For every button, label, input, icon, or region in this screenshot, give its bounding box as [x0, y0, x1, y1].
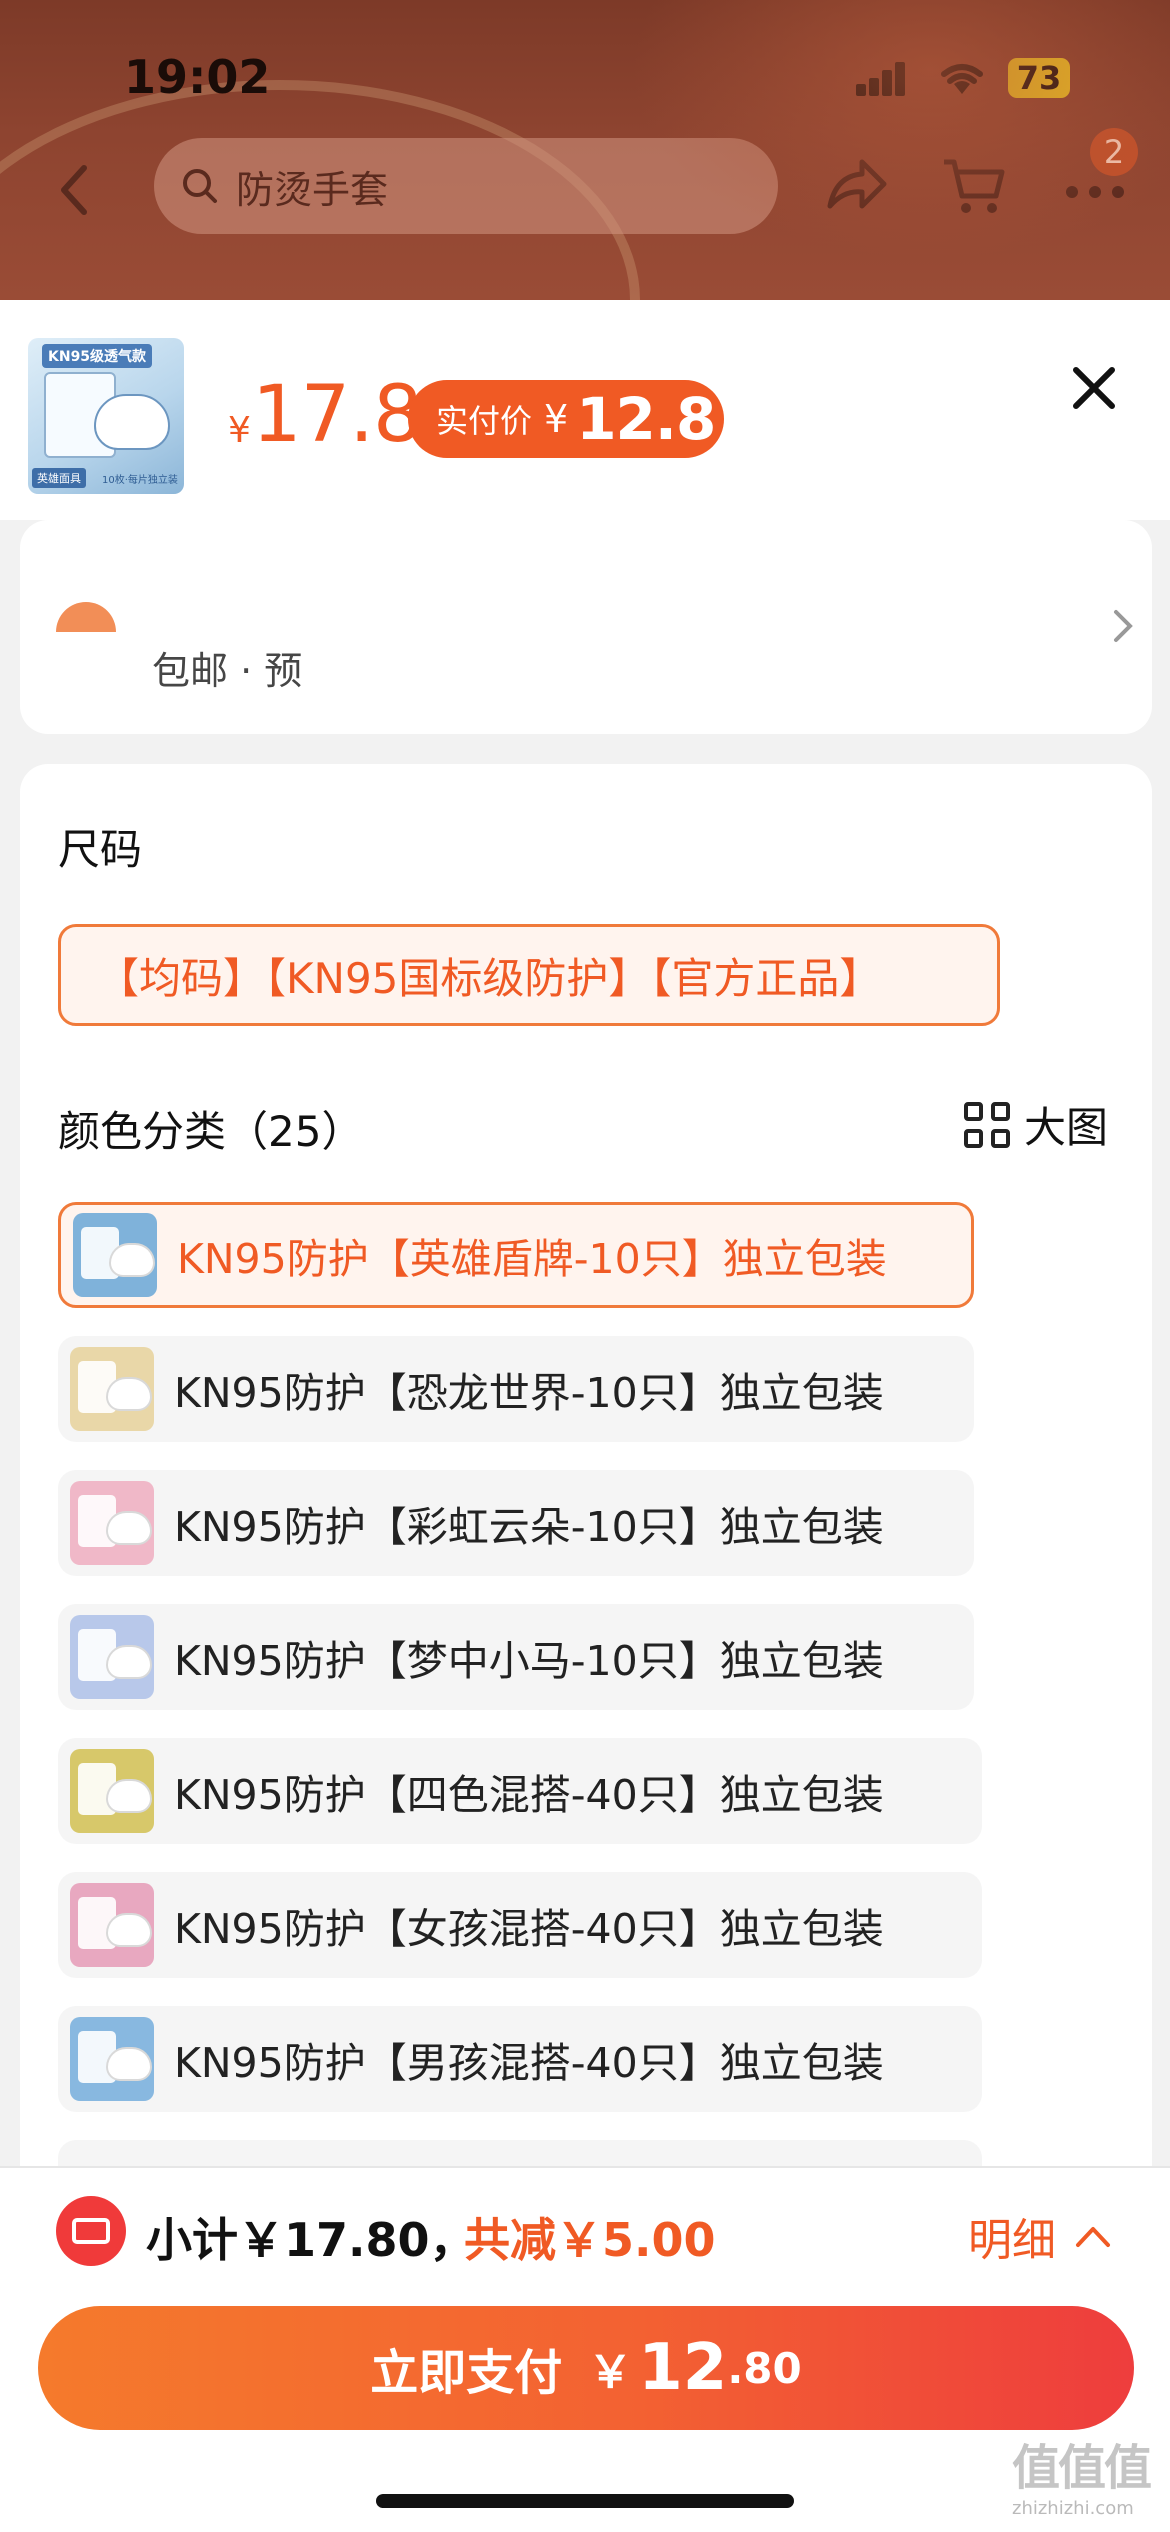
chevron-up-icon	[1076, 2227, 1110, 2247]
watermark-glyph: 值值值	[1012, 2440, 1152, 2496]
color-option-label: KN95防护【梦中小马-10只】独立包装	[174, 1637, 884, 1685]
color-option-thumbnail	[70, 1883, 154, 1967]
color-option[interactable]: KN95防护【四色混搭-40只】独立包装	[58, 1738, 982, 1844]
close-icon[interactable]	[1066, 360, 1122, 416]
paid-price-currency: ¥	[544, 397, 569, 441]
search-placeholder: 防烫手套	[236, 167, 389, 212]
home-indicator[interactable]	[376, 2494, 794, 2508]
color-option[interactable]: KN95防护【梦中小马-10只】独立包装	[58, 1604, 974, 1710]
search-icon	[183, 169, 217, 203]
pay-label: 立即支付	[370, 2345, 563, 2401]
color-option-label: KN95防护【英雄盾牌-10只】独立包装	[177, 1235, 887, 1283]
sheet-header: KN95级透气款 英雄面具 10枚·每片独立装 ¥ 17.8 实付价 ¥ 12.…	[0, 300, 1170, 520]
big-view-button[interactable]: 大图	[964, 1094, 1108, 1155]
thumb-tag: 英雄面具	[32, 468, 86, 488]
size-option-label: 【均码】【KN95国标级防护】【官方正品】	[97, 953, 882, 1003]
back-icon[interactable]	[50, 160, 100, 220]
color-option[interactable]: KN95防护【恐龙世界-10只】独立包装	[58, 1336, 974, 1442]
reduction-text: 共减￥5.00	[464, 2213, 716, 2267]
checkout-bar: 小计￥17.80， 共减￥5.00 明细 立即支付 ￥ 12 .80 值值值 z…	[0, 2166, 1170, 2532]
big-view-label: 大图	[1024, 1103, 1109, 1152]
coupon-icon	[56, 2196, 126, 2266]
cellular-signal-icon	[856, 62, 906, 96]
color-option-label: KN95防护【男孩混搭-40只】独立包装	[174, 2039, 884, 2087]
thumb-mask	[94, 394, 170, 450]
size-title: 尺码	[58, 825, 143, 874]
pay-currency: ￥	[588, 2347, 633, 2398]
color-option-thumbnail	[70, 1615, 154, 1699]
location-icon	[56, 602, 116, 632]
paid-price-label: 实付价	[436, 402, 533, 440]
price-currency: ¥	[228, 410, 251, 451]
color-option-label: KN95防护【彩虹云朵-10只】独立包装	[174, 1503, 884, 1551]
detail-label: 明细	[968, 2215, 1056, 2266]
detail-button[interactable]: 明细	[968, 2204, 1112, 2268]
more-icon[interactable]	[1060, 150, 1130, 220]
color-option-thumbnail	[70, 1749, 154, 1833]
options-card: 尺码 【均码】【KN95国标级防护】【官方正品】 颜色分类（25） 大图 KN9…	[20, 764, 1152, 2284]
cart-icon[interactable]	[938, 150, 1008, 220]
pay-amount-decimal: .80	[727, 2343, 802, 2393]
pay-now-button[interactable]: 立即支付 ￥ 12 .80	[38, 2306, 1134, 2430]
page-backdrop[interactable]: 19:02 73 防烫手套 2	[0, 0, 1170, 300]
status-time: 19:02	[124, 50, 271, 104]
thumb-title: KN95级透气款	[42, 344, 153, 368]
watermark: 值值值 zhizhizhi.com	[1012, 2428, 1162, 2519]
watermark-url: zhizhizhi.com	[1012, 2498, 1134, 2519]
pay-amount-integer: 12	[638, 2331, 728, 2405]
subtotal-text: 小计￥17.80，	[146, 2213, 476, 2267]
cart-badge: 2	[1090, 128, 1138, 176]
battery-icon: 73	[1008, 58, 1070, 98]
color-option-label: KN95防护【四色混搭-40只】独立包装	[174, 1771, 884, 1819]
color-option-thumbnail	[70, 1347, 154, 1431]
color-option-label: KN95防护【恐龙世界-10只】独立包装	[174, 1369, 884, 1417]
address-text: 包邮 · 预	[152, 649, 303, 693]
color-option-thumbnail	[70, 2017, 154, 2101]
address-card[interactable]: 包邮 · 预	[20, 520, 1152, 734]
grid-icon	[964, 1101, 1010, 1148]
color-option[interactable]: KN95防护【女孩混搭-40只】独立包装	[58, 1872, 982, 1978]
color-title: 颜色分类（25）	[58, 1107, 364, 1156]
color-option-thumbnail	[70, 1481, 154, 1565]
color-option[interactable]: KN95防护【彩虹云朵-10只】独立包装	[58, 1470, 974, 1576]
product-price: 17.8	[252, 370, 423, 460]
thumb-note: 10枚·每片独立装	[102, 475, 178, 486]
color-option-thumbnail	[73, 1213, 157, 1297]
color-option-label: KN95防护【女孩混搭-40只】独立包装	[174, 1905, 884, 1953]
color-option[interactable]: KN95防护【英雄盾牌-10只】独立包装	[58, 1202, 974, 1308]
size-option[interactable]: 【均码】【KN95国标级防护】【官方正品】	[58, 924, 1000, 1026]
color-option[interactable]: KN95防护【男孩混搭-40只】独立包装	[58, 2006, 982, 2112]
product-thumbnail[interactable]: KN95级透气款 英雄面具 10枚·每片独立装	[28, 338, 184, 494]
paid-price-pill: 实付价 ¥ 12.8	[408, 380, 724, 458]
search-input[interactable]: 防烫手套	[154, 138, 778, 234]
wifi-icon	[941, 64, 983, 94]
paid-price-value: 12.8	[576, 385, 716, 453]
chevron-right-icon	[1114, 610, 1133, 642]
share-icon[interactable]	[822, 150, 892, 220]
